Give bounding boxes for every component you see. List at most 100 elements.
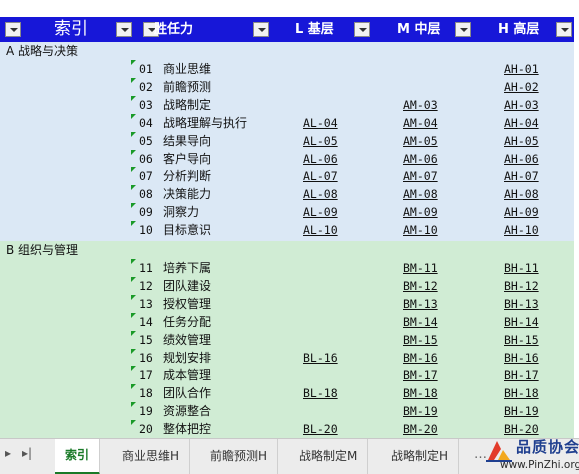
level-m-link[interactable]: BM-17	[403, 366, 438, 384]
section-organization: B 组织与管理 11 培养下属 BM-11 BH-11 12 团队建设 BM-12 BH-12…	[0, 241, 574, 438]
level-h-link[interactable]: AH-04	[504, 114, 539, 132]
header-index: 索引	[54, 19, 88, 39]
competency-number: 15	[139, 332, 153, 347]
level-l-link[interactable]: BL-20	[303, 420, 338, 438]
next-sheet-icon[interactable]: ▸	[5, 446, 11, 460]
level-l-link[interactable]: AL-08	[303, 185, 338, 203]
level-h-link[interactable]: AH-01	[504, 60, 539, 78]
tab-foresight-h[interactable]: 前瞻预测H	[200, 439, 279, 474]
level-m-link[interactable]: BM-20	[403, 420, 438, 438]
cell-note-indicator-icon	[131, 203, 136, 209]
level-m-link[interactable]: BM-12	[403, 277, 438, 295]
header-level-l: L 基层	[295, 22, 334, 37]
last-sheet-icon[interactable]: ▸|	[22, 446, 32, 460]
competency-number: 01	[139, 62, 153, 76]
level-m-link[interactable]: AM-09	[403, 203, 438, 221]
level-h-link[interactable]: AH-05	[504, 132, 539, 150]
level-m-link[interactable]: BM-11	[403, 259, 438, 277]
table-row: 04 战略理解与执行 AL-04 AM-04 AH-04	[0, 113, 574, 132]
level-h-link[interactable]: AH-02	[504, 78, 539, 96]
competency-name: 战略制定	[163, 97, 212, 112]
cell-note-indicator-icon	[131, 131, 136, 137]
header-level-h: H 高层	[498, 22, 540, 37]
competency-name: 目标意识	[163, 223, 212, 238]
filter-dropdown-l[interactable]	[354, 22, 370, 37]
table-row: 12 团队建设 BM-12 BH-12	[0, 276, 574, 295]
competency-name: 战略理解与执行	[163, 115, 248, 130]
tab-business-thinking-h[interactable]: 商业思维H	[112, 439, 191, 474]
competency-name: 规划安排	[163, 350, 212, 365]
level-l-link[interactable]: AL-05	[303, 132, 338, 150]
level-m-link[interactable]: BM-14	[403, 313, 438, 331]
competency-number: 10	[139, 223, 153, 238]
level-m-link[interactable]: BM-19	[403, 402, 438, 420]
tab-strategy-h[interactable]: 战略制定H	[381, 439, 460, 474]
competency-name: 团队建设	[163, 278, 212, 293]
level-m-link[interactable]: AM-04	[403, 114, 438, 132]
level-l-link[interactable]: AL-04	[303, 114, 338, 132]
competency-name: 洞察力	[163, 205, 200, 220]
competency-number: 07	[139, 169, 153, 184]
level-m-link[interactable]: BM-18	[403, 384, 438, 402]
level-h-link[interactable]: AH-07	[504, 167, 539, 185]
table-row: 01 商业思维 AH-01	[0, 60, 574, 78]
table-row: 07 分析判断 AL-07 AM-07 AH-07	[0, 167, 574, 185]
level-h-link[interactable]: AH-09	[504, 203, 539, 221]
filter-dropdown-index-2[interactable]	[116, 22, 132, 37]
table-row: 06 客户导向 AL-06 AM-06 AH-06	[0, 149, 574, 168]
tab-index[interactable]: 索引	[55, 439, 101, 474]
level-m-link[interactable]: AM-07	[403, 167, 438, 185]
competency-name: 整体把控	[163, 422, 212, 437]
level-m-link[interactable]: AM-08	[403, 185, 438, 203]
cell-note-indicator-icon	[131, 384, 136, 390]
table-row: 05 结果导向 AL-05 AM-05 AH-05	[0, 131, 574, 150]
level-h-link[interactable]: AH-03	[504, 96, 539, 114]
competency-name: 客户导向	[163, 151, 212, 166]
level-h-link[interactable]: AH-06	[504, 150, 539, 168]
level-h-link[interactable]: BH-16	[504, 349, 539, 367]
section-title: B 组织与管理	[6, 243, 79, 257]
header-ability: 胜任力	[154, 22, 194, 37]
filter-dropdown-index[interactable]	[5, 22, 21, 37]
filter-dropdown-ability-2[interactable]	[253, 22, 269, 37]
level-h-link[interactable]: BH-19	[504, 402, 539, 420]
level-h-link[interactable]: BH-11	[504, 259, 539, 277]
level-l-link[interactable]: AL-10	[303, 221, 338, 239]
cell-note-indicator-icon	[131, 113, 136, 119]
level-h-link[interactable]: BH-15	[504, 331, 539, 349]
competency-number: 03	[139, 97, 153, 112]
cell-note-indicator-icon	[131, 330, 136, 336]
filter-dropdown-h[interactable]	[556, 22, 572, 37]
level-m-link[interactable]: BM-15	[403, 331, 438, 349]
level-l-link[interactable]: AL-07	[303, 167, 338, 185]
level-m-link[interactable]: AM-05	[403, 132, 438, 150]
cell-note-indicator-icon	[131, 185, 136, 191]
competency-name: 任务分配	[163, 314, 212, 329]
competency-number: 05	[139, 133, 153, 148]
competency-number: 02	[139, 79, 153, 94]
level-l-link[interactable]: AL-06	[303, 150, 338, 168]
level-m-link[interactable]: BM-13	[403, 295, 438, 313]
level-h-link[interactable]: BH-12	[504, 277, 539, 295]
level-l-link[interactable]: BL-16	[303, 349, 338, 367]
level-l-link[interactable]: BL-18	[303, 384, 338, 402]
level-h-link[interactable]: BH-13	[504, 295, 539, 313]
cell-note-indicator-icon	[131, 167, 136, 173]
competency-number: 06	[139, 151, 153, 166]
level-m-link[interactable]: AM-06	[403, 150, 438, 168]
level-h-link[interactable]: AH-10	[504, 221, 539, 239]
level-m-link[interactable]: BM-16	[403, 349, 438, 367]
level-h-link[interactable]: BH-18	[504, 384, 539, 402]
level-l-link[interactable]: AL-09	[303, 203, 338, 221]
competency-number: 20	[139, 422, 153, 437]
level-m-link[interactable]: AM-03	[403, 96, 438, 114]
level-h-link[interactable]: AH-08	[504, 185, 539, 203]
level-h-link[interactable]: BH-14	[504, 313, 539, 331]
filter-dropdown-m[interactable]	[455, 22, 471, 37]
header-level-m: M 中层	[397, 22, 441, 37]
cell-note-indicator-icon	[131, 77, 136, 83]
section-strategy: A 战略与决策 01 商业思维 AH-01 02 前瞻预测 AH-02 03 战略制定 AM-0…	[0, 42, 574, 241]
tab-strategy-m[interactable]: 战略制定M	[289, 439, 369, 474]
level-m-link[interactable]: AM-10	[403, 221, 438, 239]
level-h-link[interactable]: BH-17	[504, 366, 539, 384]
